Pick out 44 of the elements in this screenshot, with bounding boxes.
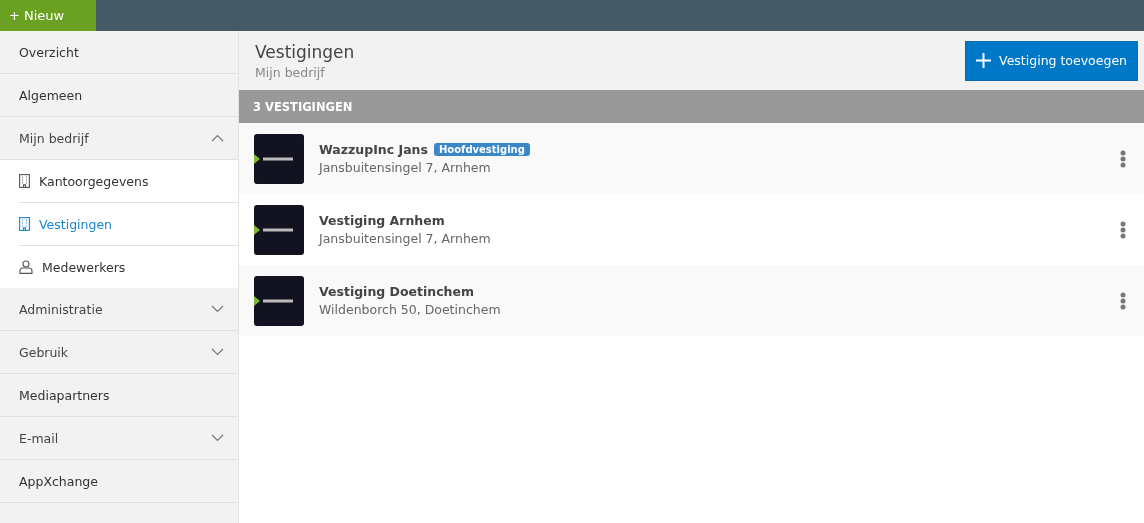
sidebar-item[interactable]: Mediapartners bbox=[0, 374, 238, 417]
sidebar-item-label: E-mail bbox=[19, 430, 59, 446]
sidebar-item-label: Gebruik bbox=[19, 344, 69, 360]
sidebar-item[interactable]: Algemeen bbox=[0, 74, 238, 117]
chevron-down-icon bbox=[211, 348, 224, 356]
sidebar-subitem[interactable]: Medewerkers bbox=[19, 246, 238, 288]
sidebar-item[interactable]: E-mail bbox=[0, 417, 238, 460]
location-address: Jansbuitensingel 7, Arnhem bbox=[319, 231, 492, 246]
sidebar-item[interactable]: Administratie bbox=[0, 288, 238, 331]
location-address: Wildenborch 50, Doetinchem bbox=[319, 302, 502, 317]
main-location-badge: Hoofdvestiging bbox=[433, 143, 530, 156]
logo-image bbox=[254, 275, 304, 326]
sidebar-subitem[interactable]: Kantoorgegevens bbox=[19, 160, 238, 203]
sidebar-item[interactable]: AppXchange bbox=[0, 460, 238, 503]
location-name: Vestiging Doetinchem bbox=[319, 284, 474, 299]
building-icon bbox=[19, 174, 30, 188]
person-icon bbox=[19, 260, 33, 274]
more-options-icon[interactable] bbox=[1120, 220, 1126, 239]
sidebar-subitem[interactable]: Vestigingen bbox=[19, 203, 238, 246]
sidebar-item[interactable]: Overzicht bbox=[0, 31, 238, 74]
page-title: Vestigingen bbox=[255, 41, 355, 62]
logo-image bbox=[254, 133, 304, 184]
location-address: Jansbuitensingel 7, Arnhem bbox=[319, 160, 492, 175]
chevron-up-icon bbox=[211, 134, 224, 142]
sidebar-item-label: Mijn bedrijf bbox=[19, 130, 89, 146]
logo-image bbox=[254, 204, 304, 255]
chevron-down-icon bbox=[211, 434, 224, 442]
location-row[interactable]: WazzupInc Jans Hoofdvestiging Jansbuitensingel 7, Arnhem bbox=[239, 123, 1144, 194]
sidebar-subitem-label: Medewerkers bbox=[42, 259, 126, 275]
count-bar: 3 VESTIGINGEN bbox=[239, 90, 1144, 123]
location-name: Vestiging Arnhem bbox=[319, 213, 445, 228]
sidebar-item-label: Administratie bbox=[19, 301, 103, 317]
more-options-icon[interactable] bbox=[1120, 149, 1126, 168]
more-options-icon[interactable] bbox=[1120, 291, 1126, 310]
building-icon bbox=[19, 217, 30, 231]
sidebar-subitem-label: Kantoorgegevens bbox=[39, 173, 149, 189]
page-subtitle: Mijn bedrijf bbox=[255, 64, 326, 80]
location-row[interactable]: Vestiging Doetinchem Wildenborch 50, Doetinchem bbox=[239, 265, 1144, 336]
location-name: WazzupInc Jans bbox=[319, 142, 428, 157]
sidebar-subitem-label: Vestigingen bbox=[39, 216, 113, 232]
sidebar-item[interactable]: Gebruik bbox=[0, 331, 238, 374]
add-location-button[interactable]: Vestiging toevoegen bbox=[965, 40, 1138, 81]
chevron-down-icon bbox=[211, 305, 224, 313]
plus-icon bbox=[976, 53, 992, 68]
